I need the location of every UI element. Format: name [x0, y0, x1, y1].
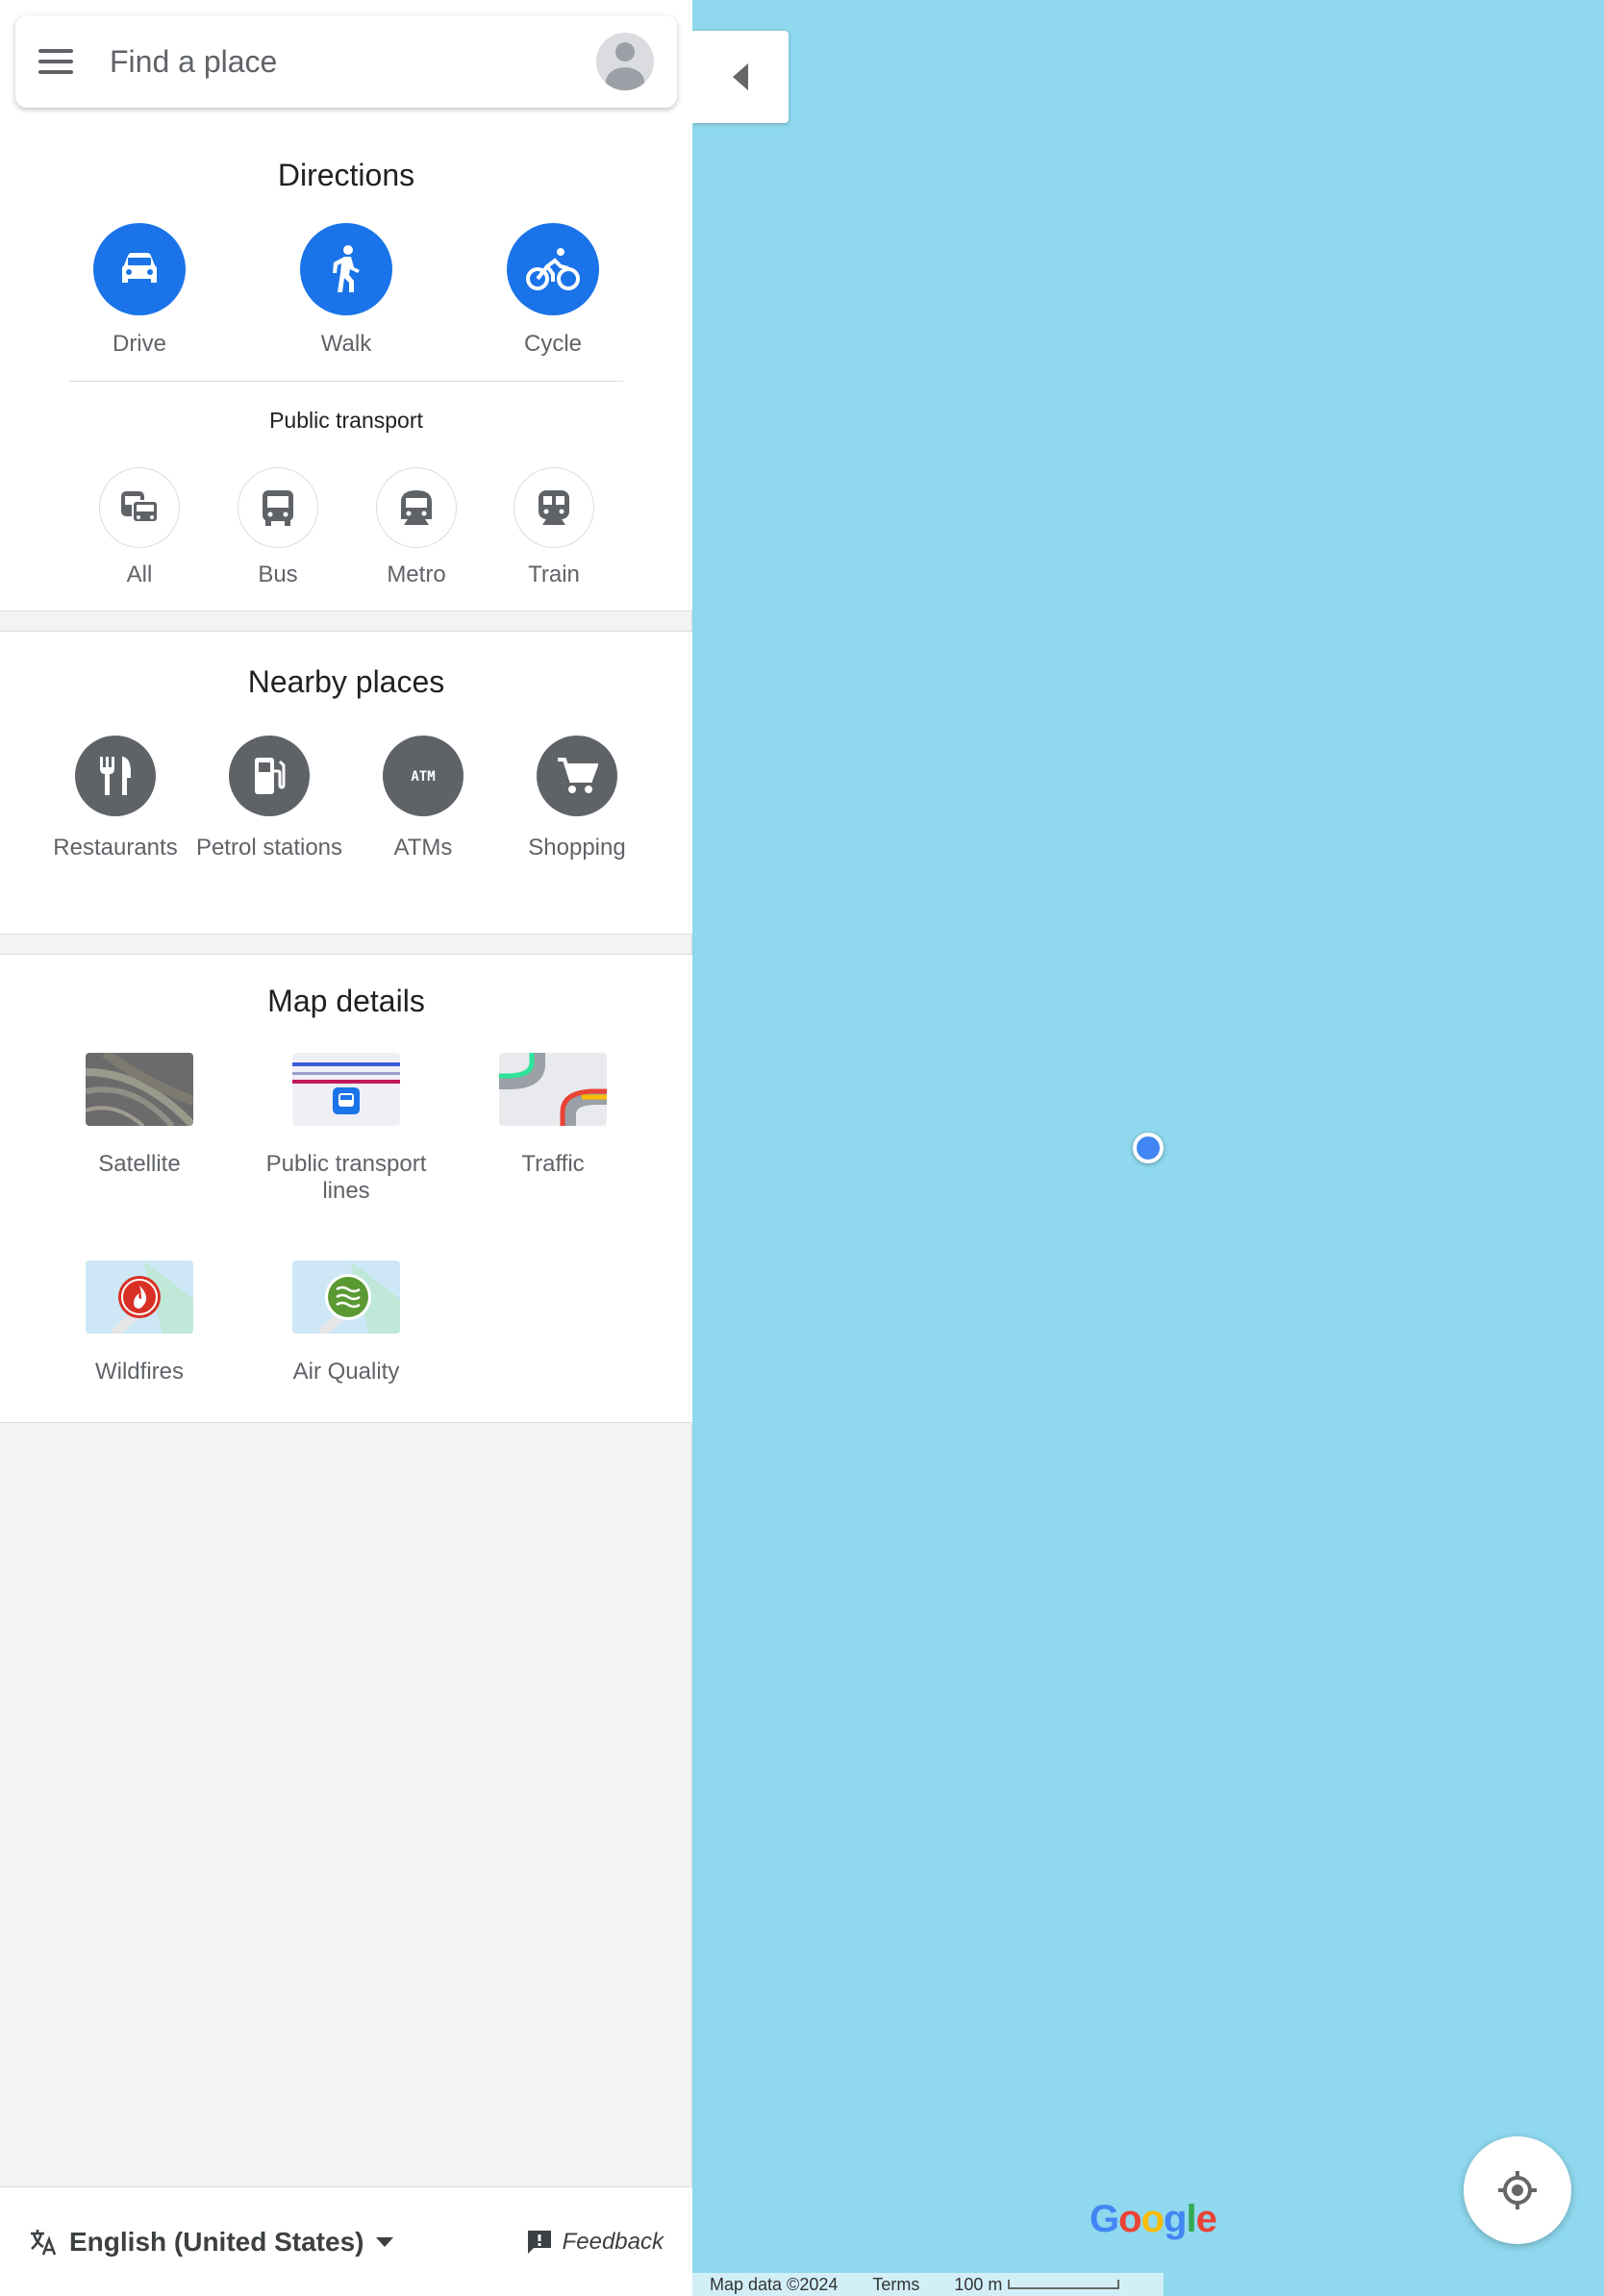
- nearby-places-section: Nearby places Restaurants Petrol station…: [0, 631, 692, 935]
- nearby-restaurants-button[interactable]: Restaurants: [38, 736, 192, 865]
- transit-lines-thumbnail: [292, 1053, 400, 1126]
- transit-metro-label: Metro: [387, 562, 446, 587]
- layer-air-quality-label: Air Quality: [292, 1359, 400, 1385]
- restaurant-icon: [75, 736, 156, 816]
- map-attribution-bar: Map data ©2024 Terms 100 m: [692, 2273, 1164, 2296]
- scale-bar[interactable]: 100 m: [954, 2274, 1120, 2295]
- nearby-atms-label: ATMs: [393, 835, 453, 861]
- wildfires-thumbnail: [86, 1260, 193, 1334]
- google-logo: Google: [1090, 2198, 1217, 2240]
- transit-metro-button[interactable]: Metro: [359, 467, 474, 588]
- satellite-thumbnail: [86, 1053, 193, 1126]
- layer-traffic-label: Traffic: [521, 1151, 585, 1177]
- layer-air-quality-button[interactable]: Air Quality: [264, 1260, 428, 1385]
- layer-satellite-label: Satellite: [98, 1151, 181, 1177]
- transit-all-label: All: [126, 562, 153, 587]
- search-input[interactable]: [110, 43, 596, 80]
- nearby-places-title: Nearby places: [247, 664, 445, 699]
- metro-icon: [376, 467, 457, 548]
- bus-icon: [238, 467, 318, 548]
- sidebar-footer: English (United States) Feedback: [0, 2186, 692, 2296]
- directions-title: Directions: [277, 158, 415, 192]
- scale-line: [1008, 2280, 1120, 2289]
- layer-public-transport-lines-label: Public transport lines: [265, 1151, 427, 1204]
- nearby-shopping-label: Shopping: [528, 835, 626, 861]
- traffic-thumbnail: [499, 1053, 607, 1126]
- transit-all-button[interactable]: All: [82, 467, 197, 588]
- air-quality-thumbnail: [292, 1260, 400, 1334]
- my-location-marker: [1133, 1133, 1164, 1163]
- cycle-button[interactable]: Cycle: [481, 223, 625, 358]
- train-icon: [514, 467, 594, 548]
- fuel-icon: [229, 736, 310, 816]
- transit-bus-label: Bus: [258, 562, 298, 587]
- layer-satellite-button[interactable]: Satellite: [58, 1053, 221, 1178]
- avatar[interactable]: [596, 33, 654, 90]
- nearby-shopping-button[interactable]: Shopping: [500, 736, 654, 865]
- crosshair-icon: [1498, 2171, 1537, 2209]
- map-data-attribution: Map data ©2024: [710, 2274, 839, 2294]
- car-icon: [93, 223, 186, 315]
- nearby-petrol-stations-label: Petrol stations: [195, 835, 343, 861]
- divider: [69, 381, 623, 382]
- transit-bus-button[interactable]: Bus: [220, 467, 336, 588]
- language-label: English (United States): [69, 2226, 364, 2257]
- map-details-section: Map details Satellite Public transport l…: [0, 954, 692, 1423]
- svg-text:ATM: ATM: [411, 769, 435, 785]
- atm-icon: ATM: [383, 736, 464, 816]
- map-details-title: Map details: [267, 984, 425, 1018]
- transit-train-button[interactable]: Train: [496, 467, 612, 588]
- terms-link[interactable]: Terms: [872, 2275, 919, 2295]
- layer-wildfires-button[interactable]: Wildfires: [58, 1260, 221, 1385]
- cycle-label: Cycle: [523, 331, 582, 357]
- drive-button[interactable]: Drive: [67, 223, 212, 358]
- public-transport-title: Public transport: [269, 408, 423, 433]
- caret-left-icon: [733, 63, 748, 90]
- feedback-label: Feedback: [562, 2228, 664, 2255]
- bicycle-icon: [507, 223, 599, 315]
- transit-all-icon: [99, 467, 180, 548]
- layer-wildfires-label: Wildfires: [94, 1359, 184, 1385]
- dropdown-arrow-icon: [376, 2236, 394, 2247]
- collapse-sidebar-button[interactable]: [692, 31, 789, 123]
- walk-icon: [300, 223, 392, 315]
- sidebar: Directions Drive Walk Cycle Public trans…: [0, 0, 692, 2296]
- drive-label: Drive: [112, 331, 166, 357]
- feedback-button[interactable]: Feedback: [526, 2229, 664, 2256]
- feedback-icon: [527, 2230, 551, 2254]
- my-location-button[interactable]: [1464, 2136, 1571, 2244]
- transit-train-label: Train: [528, 562, 580, 587]
- language-selector[interactable]: English (United States): [29, 2227, 394, 2258]
- layer-traffic-button[interactable]: Traffic: [471, 1053, 635, 1178]
- nearby-petrol-stations-button[interactable]: Petrol stations: [192, 736, 346, 865]
- translate-icon: [31, 2229, 57, 2255]
- layer-public-transport-lines-button[interactable]: Public transport lines: [264, 1053, 428, 1205]
- walk-label: Walk: [320, 331, 372, 357]
- scale-label: 100 m: [954, 2274, 1003, 2294]
- shopping-cart-icon: [537, 736, 617, 816]
- search-box: [15, 15, 677, 108]
- walk-button[interactable]: Walk: [274, 223, 418, 358]
- nearby-atms-button[interactable]: ATM ATMs: [346, 736, 500, 865]
- menu-icon[interactable]: [38, 49, 77, 74]
- nearby-restaurants-label: Restaurants: [53, 835, 178, 861]
